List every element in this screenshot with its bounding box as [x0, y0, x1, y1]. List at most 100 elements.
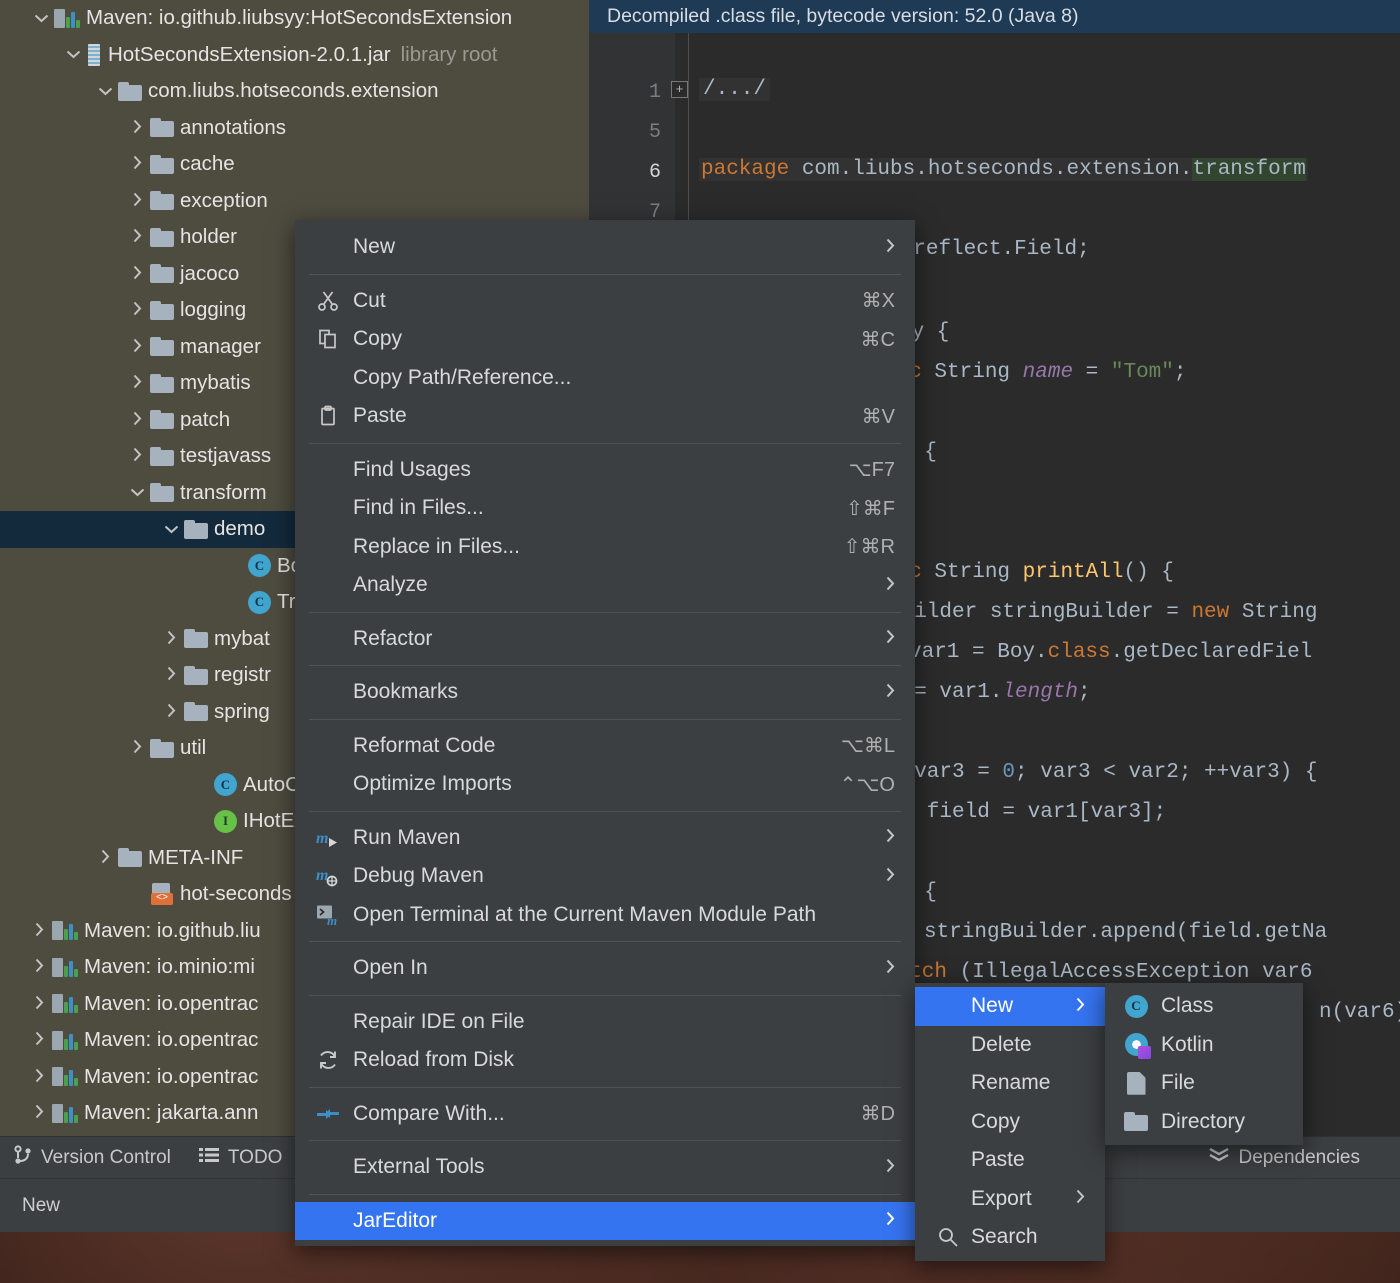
tree-item-label: holder [180, 225, 237, 249]
chevron-right-icon[interactable] [26, 995, 52, 1013]
tree-item-label: Maven: io.github.liubsyy:HotSecondsExten… [86, 6, 513, 30]
no-icon [935, 1186, 961, 1212]
new-item-class[interactable]: C Class [1105, 987, 1303, 1026]
menu-item-paste[interactable]: Paste ⌘V [295, 397, 915, 436]
menu-item-copy-path-reference[interactable]: Copy Path/Reference... [295, 359, 915, 398]
chevron-down-icon[interactable] [60, 47, 86, 62]
tree-item-label: manager [180, 334, 261, 358]
jareditor-submenu[interactable]: New Delete Rename Copy Paste Export Search [915, 983, 1105, 1261]
jareditor-item-delete[interactable]: Delete [915, 1026, 1105, 1065]
jareditor-item-search[interactable]: Search [915, 1218, 1105, 1257]
chevron-right-icon[interactable] [124, 374, 150, 392]
chevron-right-icon[interactable] [124, 739, 150, 757]
chevron-right-icon[interactable] [92, 849, 118, 867]
no-icon [315, 771, 341, 797]
menu-item-copy[interactable]: Copy ⌘C [295, 320, 915, 359]
chevron-right-icon[interactable] [124, 155, 150, 173]
chevron-right-icon[interactable] [158, 630, 184, 648]
menu-item-compare-with[interactable]: Compare With... ⌘D [295, 1095, 915, 1134]
chevron-right-icon [885, 237, 895, 258]
menu-item-jareditor[interactable]: JarEditor [295, 1201, 915, 1240]
chevron-right-icon[interactable] [26, 922, 52, 940]
menu-item-replace-in-files[interactable]: Replace in Files... ⇧⌘R [295, 528, 915, 567]
chevron-right-icon[interactable] [26, 1031, 52, 1049]
svg-text:m: m [327, 913, 337, 926]
menu-item-label: Open In [353, 956, 428, 980]
decompiled-banner: Decompiled .class file, bytecode version… [589, 0, 1400, 33]
chevron-right-icon[interactable] [124, 119, 150, 137]
no-icon [315, 572, 341, 598]
tree-item-maven-io-github-liubsyy-hotsecondsextension[interactable]: Maven: io.github.liubsyy:HotSecondsExten… [0, 0, 589, 37]
folder-icon [150, 264, 174, 284]
chevron-right-icon[interactable] [124, 301, 150, 319]
tree-item-cache[interactable]: cache [0, 146, 589, 183]
jareditor-item-rename[interactable]: Rename [915, 1064, 1105, 1103]
no-icon [935, 1147, 961, 1173]
chevron-right-icon[interactable] [124, 228, 150, 246]
menu-item-label: New [971, 994, 1014, 1018]
chevron-right-icon[interactable] [124, 192, 150, 210]
menu-item-reformat-code[interactable]: Reformat Code ⌥⌘L [295, 727, 915, 766]
chevron-down-icon[interactable] [28, 11, 54, 26]
chevron-right-icon[interactable] [124, 411, 150, 429]
interface-icon: I [214, 809, 237, 833]
new-item-kotlin[interactable]: Kotlin [1105, 1026, 1303, 1065]
jareditor-item-export[interactable]: Export [915, 1180, 1105, 1219]
menu-separator [309, 810, 901, 812]
new-item-file[interactable]: File [1105, 1064, 1303, 1103]
folder-icon [150, 483, 174, 503]
new-submenu[interactable]: C Class Kotlin File Directory [1105, 983, 1303, 1145]
jareditor-item-copy[interactable]: Copy [915, 1103, 1105, 1142]
maven-icon [52, 920, 78, 941]
menu-item-debug-maven[interactable]: m Debug Maven [295, 857, 915, 896]
chevron-right-icon[interactable] [26, 1104, 52, 1122]
chevron-down-icon[interactable] [158, 522, 184, 537]
tool-button-todo[interactable]: TODO [185, 1147, 297, 1169]
tool-button-version-control[interactable]: Version Control [0, 1144, 185, 1171]
dependencies-icon [1208, 1146, 1230, 1170]
chevron-right-icon[interactable] [124, 447, 150, 465]
menu-item-label: Delete [971, 1032, 1032, 1056]
code-fold-expand-icon[interactable]: + [671, 81, 688, 98]
menu-item-cut[interactable]: Cut ⌘X [295, 282, 915, 321]
tree-item-label: annotations [180, 115, 287, 139]
tree-item-annotations[interactable]: annotations [0, 110, 589, 147]
menu-item-new[interactable]: New [295, 228, 915, 267]
screen: Maven: io.github.liubsyy:HotSecondsExten… [0, 0, 1400, 1283]
code-fragment: tic String name = "Tom"; [884, 361, 1187, 384]
tool-button-dependencies[interactable]: Dependencies [1194, 1146, 1400, 1170]
menu-item-repair-ide-on-file[interactable]: Repair IDE on File [295, 1003, 915, 1042]
menu-item-optimize-imports[interactable]: Optimize Imports ⌃⌥O [295, 765, 915, 804]
chevron-down-icon[interactable] [124, 485, 150, 500]
menu-item-refactor[interactable]: Refactor [295, 620, 915, 659]
menu-item-external-tools[interactable]: External Tools [295, 1148, 915, 1187]
jareditor-item-paste[interactable]: Paste [915, 1141, 1105, 1180]
menu-item-open-in[interactable]: Open In [295, 949, 915, 988]
tree-item-label: util [180, 736, 207, 760]
menu-item-open-terminal-at-the-current-maven-module-path[interactable]: m Open Terminal at the Current Maven Modu… [295, 896, 915, 935]
chevron-right-icon[interactable] [26, 1068, 52, 1086]
chevron-right-icon[interactable] [158, 666, 184, 684]
menu-item-label: Compare With... [353, 1101, 505, 1125]
tree-item-exception[interactable]: exception [0, 183, 589, 220]
tree-item-hotsecondsextension-2-0-1-jar[interactable]: HotSecondsExtension-2.0.1.jar library roo… [0, 37, 589, 74]
menu-item-bookmarks[interactable]: Bookmarks [295, 673, 915, 712]
menu-item-analyze[interactable]: Analyze [295, 566, 915, 605]
tree-item-com-liubs-hotseconds-extension[interactable]: com.liubs.hotseconds.extension [0, 73, 589, 110]
menu-item-reload-from-disk[interactable]: Reload from Disk [295, 1041, 915, 1080]
menu-item-find-in-files[interactable]: Find in Files... ⇧⌘F [295, 489, 915, 528]
chevron-right-icon[interactable] [158, 703, 184, 721]
folder-icon [184, 702, 208, 722]
chevron-down-icon[interactable] [92, 84, 118, 99]
new-item-directory[interactable]: Directory [1105, 1103, 1303, 1142]
chevron-right-icon[interactable] [26, 958, 52, 976]
menu-item-shortcut: ⌘C [860, 328, 895, 351]
menu-item-run-maven[interactable]: m Run Maven [295, 819, 915, 858]
menu-item-find-usages[interactable]: Find Usages ⌥F7 [295, 451, 915, 490]
jareditor-item-new[interactable]: New [915, 987, 1105, 1026]
chevron-right-icon[interactable] [124, 338, 150, 356]
menu-item-label: Refactor [353, 626, 433, 650]
context-menu[interactable]: New Cut ⌘X Copy ⌘C Copy Path/Reference... Past… [295, 220, 915, 1246]
xml-icon [150, 883, 174, 906]
chevron-right-icon[interactable] [124, 265, 150, 283]
